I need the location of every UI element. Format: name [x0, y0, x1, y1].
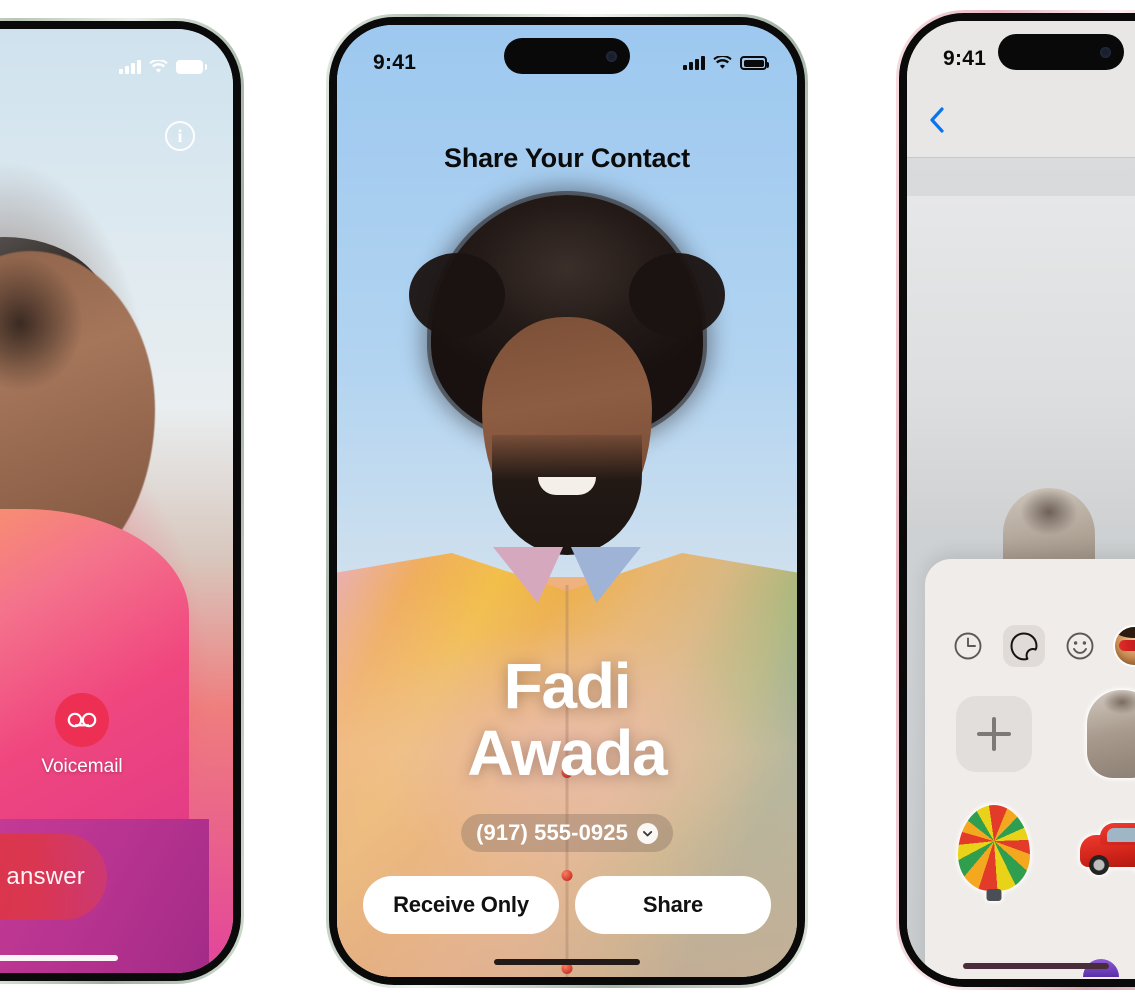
voicemail-icon — [55, 693, 109, 747]
home-indicator — [0, 955, 118, 961]
voicemail-label: Voicemail — [41, 756, 123, 777]
phone-left-incoming-call: i iya ah Voicemail e to answer — [0, 18, 244, 984]
dynamic-island — [998, 34, 1124, 70]
battery-icon — [176, 60, 207, 74]
contact-phone-number: (917) 555-0925 — [476, 820, 628, 845]
wifi-icon — [1131, 52, 1135, 66]
page-title: Share Your Contact — [444, 143, 690, 173]
sticker-cell[interactable] — [947, 687, 1041, 781]
sticker-category-row — [947, 625, 1135, 667]
slide-to-answer-control[interactable]: e to answer — [0, 834, 107, 920]
contact-first-name: Fadi — [503, 650, 632, 722]
home-indicator — [494, 959, 640, 965]
status-bar-icons — [119, 60, 207, 74]
share-button[interactable]: Share — [575, 876, 771, 934]
smiley-icon — [1066, 632, 1094, 660]
phone-center-share-contact: 9:41 Share Your Contact Fadi Awada (917)… — [326, 14, 808, 988]
front-camera-icon — [1100, 46, 1111, 58]
call-info-button[interactable]: i — [165, 121, 195, 151]
contact-last-name: Awada — [467, 716, 667, 789]
contact-name: Fadi Awada — [337, 653, 797, 786]
battery-icon — [740, 56, 769, 70]
contact-phone-selector[interactable]: (917) 555-0925 — [461, 814, 673, 852]
phone-center-screen: 9:41 Share Your Contact Fadi Awada (917)… — [337, 25, 797, 977]
front-camera-icon — [606, 50, 617, 62]
car-icon — [1080, 821, 1135, 875]
clock-icon — [954, 632, 982, 660]
sticker-cell[interactable] — [1075, 687, 1135, 781]
home-indicator — [963, 963, 1110, 969]
status-bar-icons — [683, 56, 769, 70]
dynamic-island — [504, 38, 630, 74]
sticker-category-recents[interactable] — [947, 625, 989, 667]
caller-photo-shirt — [0, 509, 189, 859]
slide-to-answer-label: e to answer — [0, 863, 85, 890]
receive-only-button[interactable]: Receive Only — [363, 876, 559, 934]
chevron-down-icon[interactable] — [636, 822, 658, 844]
phone-right-messages-stickers: 9:41 Tod 9:38 — [896, 10, 1135, 990]
sticker-cell[interactable] — [947, 801, 1041, 895]
cat-icon — [1087, 690, 1135, 778]
status-bar-time: 9:41 — [943, 47, 987, 70]
message-photo-background — [907, 196, 1135, 526]
sticker-icon — [1010, 632, 1038, 661]
signal-bars-icon — [683, 56, 705, 70]
sticker-category-emoji[interactable] — [1059, 625, 1101, 667]
sticker-category-memoji[interactable] — [1115, 627, 1135, 665]
wifi-icon — [149, 60, 168, 74]
voicemail-button[interactable]: Voicemail — [27, 693, 137, 778]
caller-name-line-2: ah — [0, 208, 189, 281]
balloon-icon — [958, 805, 1030, 891]
signal-bars-icon — [119, 60, 141, 74]
stickers-drawer: Stick — [925, 559, 1135, 979]
contact-photo-smile — [538, 477, 596, 495]
phone-left-screen: i iya ah Voicemail e to answer — [0, 29, 233, 973]
status-bar-time: 9:41 — [373, 51, 417, 74]
namedrop-actions: Receive Only Share — [363, 876, 771, 934]
screenshot-stage: i iya ah Voicemail e to answer — [0, 0, 1135, 1002]
sticker-cell[interactable] — [1075, 801, 1135, 895]
caller-name: iya ah — [0, 137, 189, 280]
phone-left-status-bar — [0, 29, 233, 87]
phone-right-screen: 9:41 Tod 9:38 — [907, 21, 1135, 979]
plus-icon — [977, 717, 1011, 751]
back-button[interactable] — [929, 107, 945, 133]
sticker-category-stickers[interactable] — [1003, 625, 1045, 667]
sticker-grid — [947, 687, 1135, 895]
add-sticker-button[interactable] — [956, 696, 1032, 772]
wifi-icon — [713, 56, 732, 70]
chevron-left-icon — [930, 107, 944, 133]
